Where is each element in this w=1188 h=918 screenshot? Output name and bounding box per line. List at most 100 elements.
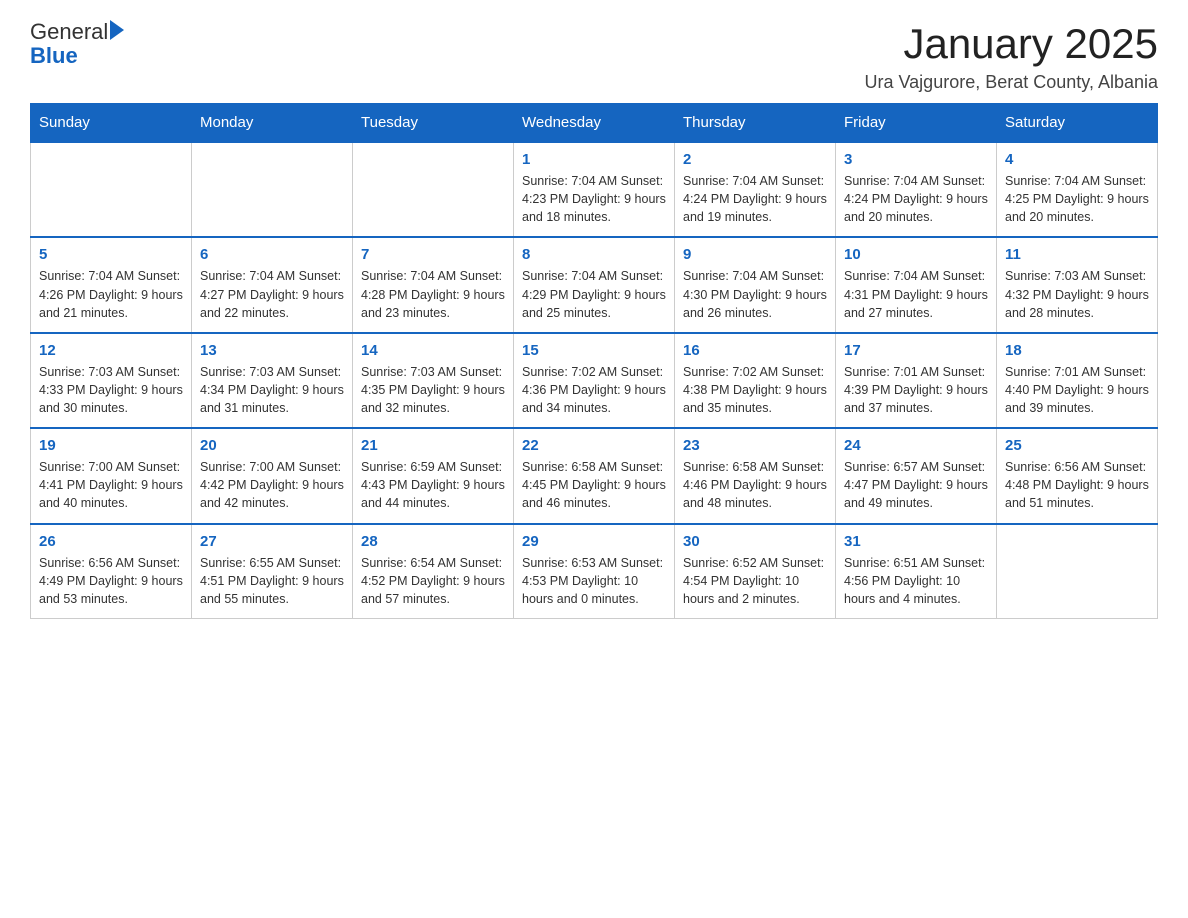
calendar-day-10: 10 Sunrise: 7:04 AM Sunset: 4:31 PM Dayli… bbox=[836, 237, 997, 332]
column-header-tuesday: Tuesday bbox=[353, 104, 514, 143]
calendar-week-2: 5 Sunrise: 7:04 AM Sunset: 4:26 PM Daylig… bbox=[31, 237, 1158, 332]
calendar-table: SundayMondayTuesdayWednesdayThursdayFrid… bbox=[30, 103, 1158, 619]
calendar-empty-cell bbox=[997, 524, 1158, 619]
calendar-day-11: 11Sunrise: 7:03 AM Sunset: 4:32 PM Dayli… bbox=[997, 237, 1158, 332]
title-area: January 2025 Ura Vajgurore, Berat County… bbox=[865, 20, 1159, 93]
location-subtitle: Ura Vajgurore, Berat County, Albania bbox=[865, 72, 1159, 93]
day-info: Sunrise: 6:54 AM Sunset: 4:52 PM Dayligh… bbox=[361, 554, 505, 608]
page-header: General Blue January 2025 Ura Vajgurore,… bbox=[30, 20, 1158, 93]
calendar-week-4: 19 Sunrise: 7:00 AM Sunset: 4:41 PM Dayli… bbox=[31, 428, 1158, 523]
calendar-day-3: 3Sunrise: 7:04 AM Sunset: 4:24 PM Daylig… bbox=[836, 142, 997, 237]
calendar-day-9: 9 Sunrise: 7:04 AM Sunset: 4:30 PM Daylig… bbox=[675, 237, 836, 332]
day-number: 27 bbox=[200, 533, 344, 550]
logo: General Blue bbox=[30, 20, 124, 68]
day-number: 25 bbox=[1005, 437, 1149, 454]
day-info: Sunrise: 6:53 AM Sunset: 4:53 PM Dayligh… bbox=[522, 554, 666, 608]
logo-arrow-icon bbox=[110, 20, 124, 40]
logo-general-text: General bbox=[30, 20, 108, 44]
day-info: Sunrise: 7:01 AM Sunset: 4:39 PM Dayligh… bbox=[844, 363, 988, 417]
calendar-day-28: 28Sunrise: 6:54 AM Sunset: 4:52 PM Dayli… bbox=[353, 524, 514, 619]
calendar-day-27: 27 Sunrise: 6:55 AM Sunset: 4:51 PM Dayli… bbox=[192, 524, 353, 619]
column-header-wednesday: Wednesday bbox=[514, 104, 675, 143]
day-number: 7 bbox=[361, 246, 505, 263]
column-header-sunday: Sunday bbox=[31, 104, 192, 143]
day-number: 22 bbox=[522, 437, 666, 454]
calendar-day-17: 17Sunrise: 7:01 AM Sunset: 4:39 PM Dayli… bbox=[836, 333, 997, 428]
day-info: Sunrise: 7:04 AM Sunset: 4:24 PM Dayligh… bbox=[683, 172, 827, 226]
calendar-day-26: 26 Sunrise: 6:56 AM Sunset: 4:49 PM Dayli… bbox=[31, 524, 192, 619]
day-number: 5 bbox=[39, 246, 183, 263]
day-info: Sunrise: 6:58 AM Sunset: 4:45 PM Dayligh… bbox=[522, 458, 666, 512]
day-number: 18 bbox=[1005, 342, 1149, 359]
calendar-empty-cell bbox=[192, 142, 353, 237]
day-info: Sunrise: 7:03 AM Sunset: 4:33 PM Dayligh… bbox=[39, 363, 183, 417]
day-number: 16 bbox=[683, 342, 827, 359]
calendar-day-6: 6Sunrise: 7:04 AM Sunset: 4:27 PM Daylig… bbox=[192, 237, 353, 332]
calendar-day-12: 12 Sunrise: 7:03 AM Sunset: 4:33 PM Dayli… bbox=[31, 333, 192, 428]
day-info: Sunrise: 6:56 AM Sunset: 4:48 PM Dayligh… bbox=[1005, 458, 1149, 512]
day-info: Sunrise: 7:04 AM Sunset: 4:25 PM Dayligh… bbox=[1005, 172, 1149, 226]
column-header-saturday: Saturday bbox=[997, 104, 1158, 143]
day-info: Sunrise: 7:01 AM Sunset: 4:40 PM Dayligh… bbox=[1005, 363, 1149, 417]
day-info: Sunrise: 7:04 AM Sunset: 4:30 PM Dayligh… bbox=[683, 267, 827, 321]
day-info: Sunrise: 7:00 AM Sunset: 4:42 PM Dayligh… bbox=[200, 458, 344, 512]
day-number: 20 bbox=[200, 437, 344, 454]
day-number: 11 bbox=[1005, 246, 1149, 263]
day-info: Sunrise: 7:04 AM Sunset: 4:28 PM Dayligh… bbox=[361, 267, 505, 321]
calendar-day-13: 13 Sunrise: 7:03 AM Sunset: 4:34 PM Dayli… bbox=[192, 333, 353, 428]
calendar-day-8: 8 Sunrise: 7:04 AM Sunset: 4:29 PM Daylig… bbox=[514, 237, 675, 332]
calendar-day-5: 5 Sunrise: 7:04 AM Sunset: 4:26 PM Daylig… bbox=[31, 237, 192, 332]
day-number: 19 bbox=[39, 437, 183, 454]
day-info: Sunrise: 7:02 AM Sunset: 4:36 PM Dayligh… bbox=[522, 363, 666, 417]
day-info: Sunrise: 6:58 AM Sunset: 4:46 PM Dayligh… bbox=[683, 458, 827, 512]
day-info: Sunrise: 7:03 AM Sunset: 4:34 PM Dayligh… bbox=[200, 363, 344, 417]
day-number: 9 bbox=[683, 246, 827, 263]
day-number: 13 bbox=[200, 342, 344, 359]
calendar-day-14: 14 Sunrise: 7:03 AM Sunset: 4:35 PM Dayli… bbox=[353, 333, 514, 428]
column-header-thursday: Thursday bbox=[675, 104, 836, 143]
day-info: Sunrise: 7:04 AM Sunset: 4:26 PM Dayligh… bbox=[39, 267, 183, 321]
day-number: 10 bbox=[844, 246, 988, 263]
day-info: Sunrise: 7:04 AM Sunset: 4:31 PM Dayligh… bbox=[844, 267, 988, 321]
calendar-day-16: 16 Sunrise: 7:02 AM Sunset: 4:38 PM Dayli… bbox=[675, 333, 836, 428]
day-number: 23 bbox=[683, 437, 827, 454]
day-info: Sunrise: 7:00 AM Sunset: 4:41 PM Dayligh… bbox=[39, 458, 183, 512]
day-number: 30 bbox=[683, 533, 827, 550]
calendar-day-24: 24 Sunrise: 6:57 AM Sunset: 4:47 PM Dayli… bbox=[836, 428, 997, 523]
day-info: Sunrise: 7:04 AM Sunset: 4:29 PM Dayligh… bbox=[522, 267, 666, 321]
day-number: 4 bbox=[1005, 151, 1149, 168]
calendar-day-7: 7 Sunrise: 7:04 AM Sunset: 4:28 PM Daylig… bbox=[353, 237, 514, 332]
day-number: 12 bbox=[39, 342, 183, 359]
day-number: 26 bbox=[39, 533, 183, 550]
calendar-day-2: 2 Sunrise: 7:04 AM Sunset: 4:24 PM Daylig… bbox=[675, 142, 836, 237]
calendar-day-15: 15Sunrise: 7:02 AM Sunset: 4:36 PM Dayli… bbox=[514, 333, 675, 428]
day-number: 24 bbox=[844, 437, 988, 454]
calendar-empty-cell bbox=[353, 142, 514, 237]
calendar-day-18: 18 Sunrise: 7:01 AM Sunset: 4:40 PM Dayli… bbox=[997, 333, 1158, 428]
calendar-day-21: 21Sunrise: 6:59 AM Sunset: 4:43 PM Dayli… bbox=[353, 428, 514, 523]
day-info: Sunrise: 7:04 AM Sunset: 4:23 PM Dayligh… bbox=[522, 172, 666, 226]
day-number: 8 bbox=[522, 246, 666, 263]
calendar-empty-cell bbox=[31, 142, 192, 237]
column-header-friday: Friday bbox=[836, 104, 997, 143]
calendar-week-5: 26 Sunrise: 6:56 AM Sunset: 4:49 PM Dayli… bbox=[31, 524, 1158, 619]
calendar-day-1: 1 Sunrise: 7:04 AM Sunset: 4:23 PM Daylig… bbox=[514, 142, 675, 237]
day-info: Sunrise: 6:52 AM Sunset: 4:54 PM Dayligh… bbox=[683, 554, 827, 608]
day-info: Sunrise: 6:56 AM Sunset: 4:49 PM Dayligh… bbox=[39, 554, 183, 608]
day-info: Sunrise: 6:57 AM Sunset: 4:47 PM Dayligh… bbox=[844, 458, 988, 512]
day-number: 3 bbox=[844, 151, 988, 168]
day-info: Sunrise: 7:04 AM Sunset: 4:27 PM Dayligh… bbox=[200, 267, 344, 321]
day-number: 1 bbox=[522, 151, 666, 168]
calendar-week-1: 1 Sunrise: 7:04 AM Sunset: 4:23 PM Daylig… bbox=[31, 142, 1158, 237]
calendar-day-22: 22 Sunrise: 6:58 AM Sunset: 4:45 PM Dayli… bbox=[514, 428, 675, 523]
calendar-day-31: 31Sunrise: 6:51 AM Sunset: 4:56 PM Dayli… bbox=[836, 524, 997, 619]
logo-blue-text: Blue bbox=[30, 44, 124, 68]
day-info: Sunrise: 6:59 AM Sunset: 4:43 PM Dayligh… bbox=[361, 458, 505, 512]
day-info: Sunrise: 6:51 AM Sunset: 4:56 PM Dayligh… bbox=[844, 554, 988, 608]
day-info: Sunrise: 6:55 AM Sunset: 4:51 PM Dayligh… bbox=[200, 554, 344, 608]
column-header-monday: Monday bbox=[192, 104, 353, 143]
day-info: Sunrise: 7:03 AM Sunset: 4:35 PM Dayligh… bbox=[361, 363, 505, 417]
day-info: Sunrise: 7:02 AM Sunset: 4:38 PM Dayligh… bbox=[683, 363, 827, 417]
day-number: 2 bbox=[683, 151, 827, 168]
day-number: 14 bbox=[361, 342, 505, 359]
